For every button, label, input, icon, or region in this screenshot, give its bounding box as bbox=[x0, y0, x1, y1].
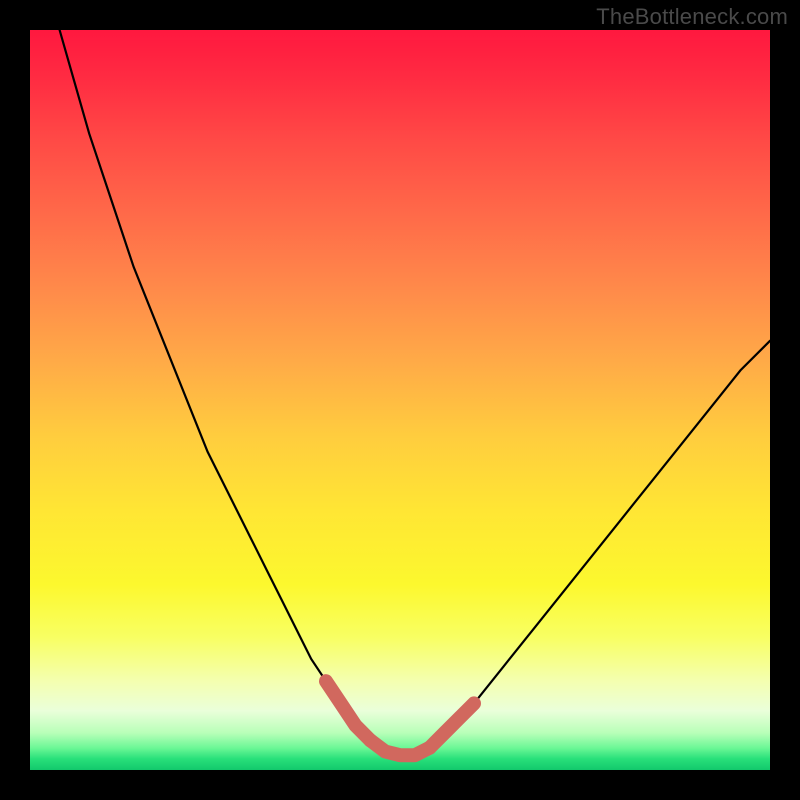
bottleneck-curve bbox=[60, 30, 770, 755]
plot-area bbox=[30, 30, 770, 770]
valley-markers bbox=[326, 681, 474, 755]
watermark-text: TheBottleneck.com bbox=[596, 4, 788, 30]
chart-frame: TheBottleneck.com bbox=[0, 0, 800, 800]
valley-marker-segment bbox=[326, 681, 370, 740]
valley-marker-segment bbox=[430, 703, 474, 747]
valley-marker-segment bbox=[370, 740, 429, 755]
curve-layer bbox=[30, 30, 770, 770]
